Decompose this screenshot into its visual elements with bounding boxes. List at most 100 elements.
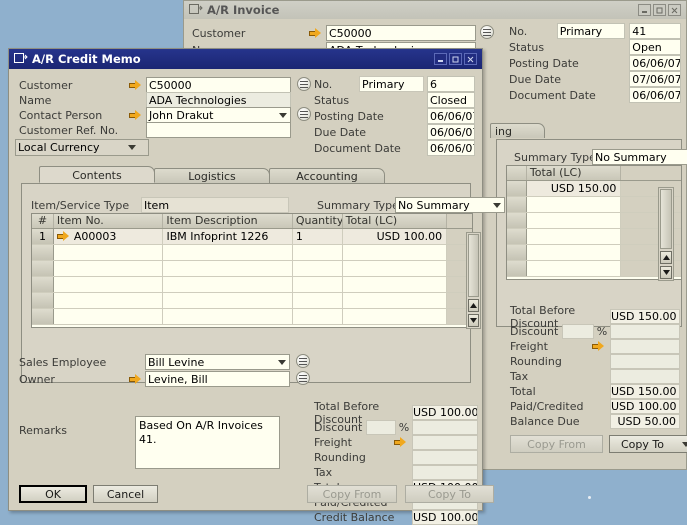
invoice-status-value[interactable]: Open xyxy=(629,39,681,55)
memo-row-index[interactable] xyxy=(32,293,54,308)
memo-scroll-down-button[interactable] xyxy=(468,314,479,327)
invoice-tax-value[interactable] xyxy=(610,369,680,384)
invoice-scroll-thumb[interactable] xyxy=(660,189,672,249)
invoice-scroll-down-button[interactable] xyxy=(660,266,672,279)
invoice-rounding-value[interactable] xyxy=(610,354,680,369)
memo-contact-link-button[interactable] xyxy=(297,107,311,121)
memo-owner-field[interactable]: Levine, Bill xyxy=(145,371,290,387)
invoice-copy-from-button[interactable]: Copy From xyxy=(510,435,603,453)
table-row[interactable] xyxy=(507,261,681,277)
table-row[interactable] xyxy=(32,293,472,309)
memo-due-date-value[interactable]: 06/06/07 xyxy=(427,124,475,140)
memo-status-value[interactable]: Closed xyxy=(427,92,475,108)
cancel-button[interactable]: Cancel xyxy=(93,485,158,503)
memo-tabs[interactable]: Contents Logistics Accounting xyxy=(21,166,471,183)
memo-name-field[interactable]: ADA Technologies xyxy=(146,92,291,108)
invoice-row-handle[interactable] xyxy=(507,213,527,228)
memo-row-total[interactable] xyxy=(343,261,448,276)
memo-no-value[interactable]: 6 xyxy=(427,76,475,92)
invoice-row-total[interactable]: USD 150.00 xyxy=(527,181,622,196)
memo-copy-from-button[interactable]: Copy From xyxy=(307,485,397,503)
invoice-no-value[interactable]: 41 xyxy=(629,23,681,39)
memo-row-quantity[interactable]: 1 xyxy=(293,229,343,244)
memo-row-item-no[interactable] xyxy=(54,293,164,308)
memo-currency-select-wrap[interactable]: Local Currency xyxy=(15,139,149,156)
invoice-row-total[interactable] xyxy=(527,261,622,276)
invoice-titlebar[interactable]: A/R Invoice xyxy=(184,1,686,19)
invoice-tab-accounting[interactable]: ing xyxy=(490,123,545,138)
memo-grid-scrollbar[interactable] xyxy=(466,232,481,329)
memo-row-item-no[interactable] xyxy=(54,309,164,324)
memo-summary-type-select[interactable]: No Summary xyxy=(395,197,505,213)
memo-row-total[interactable]: USD 100.00 xyxy=(343,229,448,244)
memo-no-series[interactable]: Primary xyxy=(359,76,424,92)
chevron-down-icon[interactable] xyxy=(493,203,501,208)
invoice-scroll-up-button[interactable] xyxy=(660,251,672,264)
arrow-icon[interactable] xyxy=(394,437,407,448)
memo-row-quantity[interactable] xyxy=(293,245,343,260)
memo-row-quantity[interactable] xyxy=(293,293,343,308)
tab-accounting[interactable]: Accounting xyxy=(269,168,385,183)
invoice-discount-value[interactable] xyxy=(610,324,680,339)
invoice-balance-due-value[interactable]: USD 50.00 xyxy=(610,414,680,429)
memo-items-grid[interactable]: # Item No. Item Description Quantity Tot… xyxy=(31,213,473,328)
memo-row-description[interactable] xyxy=(163,277,293,292)
memo-document-date-value[interactable]: 06/06/07 xyxy=(427,140,475,156)
memo-discount-input[interactable] xyxy=(366,420,396,435)
memo-contact-person-select[interactable]: John Drakut xyxy=(146,107,291,123)
memo-row-item-no[interactable] xyxy=(54,245,164,260)
memo-customer-ref-field[interactable] xyxy=(146,122,291,138)
memo-row-description[interactable]: IBM Infoprint 1226 xyxy=(163,229,293,244)
invoice-customer-field[interactable]: C50000 xyxy=(326,25,476,41)
close-icon[interactable] xyxy=(668,4,681,16)
memo-copy-to-button[interactable]: Copy To xyxy=(405,485,494,503)
memo-item-service-type-field[interactable]: Item xyxy=(141,197,289,213)
table-row[interactable]: USD 150.00 xyxy=(507,181,681,197)
invoice-grid-scrollbar[interactable] xyxy=(658,187,674,281)
table-row[interactable] xyxy=(507,213,681,229)
table-row[interactable] xyxy=(32,261,472,277)
arrow-icon[interactable] xyxy=(129,80,142,91)
invoice-row-handle[interactable] xyxy=(507,181,527,196)
invoice-summary-type-select[interactable]: No Summary xyxy=(592,149,687,165)
invoice-row-handle[interactable] xyxy=(507,261,527,276)
memo-row-description[interactable] xyxy=(163,309,293,324)
chevron-down-icon[interactable] xyxy=(128,145,136,150)
memo-posting-date-value[interactable]: 06/06/07 xyxy=(427,108,475,124)
memo-row-item-no[interactable]: A00003 xyxy=(54,229,164,244)
memo-customer-field[interactable]: C50000 xyxy=(146,77,291,93)
table-row[interactable]: 1 A00003 IBM Infoprint 1226 1 USD 100.00 xyxy=(32,229,472,245)
invoice-row-total[interactable] xyxy=(527,213,622,228)
tab-logistics[interactable]: Logistics xyxy=(154,168,270,183)
memo-freight-value[interactable] xyxy=(412,435,478,450)
invoice-paid-credited-value[interactable]: USD 100.00 xyxy=(610,399,680,414)
memo-row-index[interactable] xyxy=(32,277,54,292)
invoice-row-handle[interactable] xyxy=(507,245,527,260)
memo-row-description[interactable] xyxy=(163,245,293,260)
memo-row-description[interactable] xyxy=(163,261,293,276)
memo-remarks-textarea[interactable]: Based On A/R Invoices 41. xyxy=(135,416,280,469)
invoice-posting-date-value[interactable]: 06/06/07 xyxy=(629,55,681,71)
memo-row-item-no[interactable] xyxy=(54,261,164,276)
invoice-no-series[interactable]: Primary xyxy=(556,23,626,39)
memo-row-index[interactable] xyxy=(32,261,54,276)
memo-row-total[interactable] xyxy=(343,309,448,324)
memo-row-item-no[interactable] xyxy=(54,277,164,292)
memo-total-before-discount-value[interactable]: USD 100.00 xyxy=(412,405,478,420)
arrow-icon[interactable] xyxy=(56,231,70,242)
table-row[interactable] xyxy=(32,277,472,293)
memo-window-buttons[interactable] xyxy=(434,53,479,65)
minimize-icon[interactable] xyxy=(638,4,651,16)
table-row[interactable] xyxy=(507,197,681,213)
memo-titlebar[interactable]: A/R Credit Memo xyxy=(9,49,482,69)
minimize-icon[interactable] xyxy=(434,53,447,65)
chevron-down-icon[interactable] xyxy=(279,113,287,118)
memo-row-total[interactable] xyxy=(343,245,448,260)
invoice-due-date-value[interactable]: 07/06/07 xyxy=(629,71,681,87)
chevron-down-icon[interactable] xyxy=(681,441,687,447)
memo-discount-value[interactable] xyxy=(412,420,478,435)
invoice-total-value[interactable]: USD 150.00 xyxy=(610,384,680,399)
invoice-customer-link-button[interactable] xyxy=(480,25,494,39)
arrow-icon[interactable] xyxy=(129,374,142,385)
memo-owner-link-button[interactable] xyxy=(296,371,310,385)
